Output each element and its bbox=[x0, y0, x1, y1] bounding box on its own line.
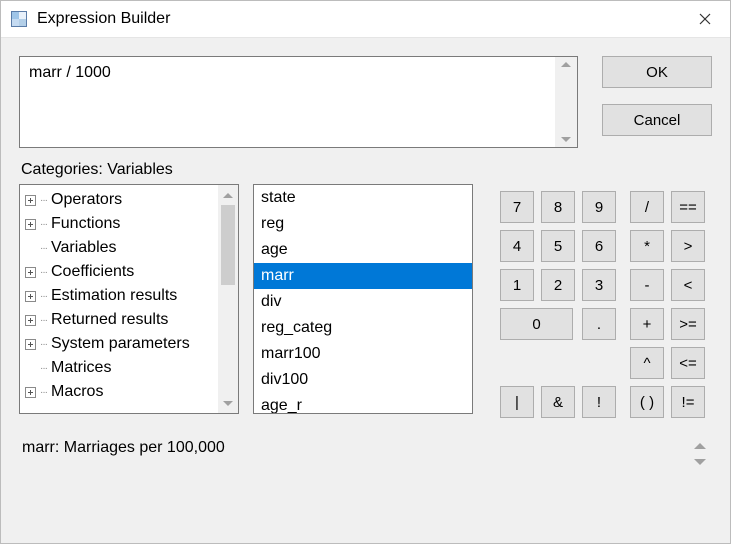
keypad: 789 /== 456 *>123-<0. +>=^<= |&! ( )!= bbox=[493, 184, 712, 425]
tree-item[interactable]: ···Matrices bbox=[25, 356, 218, 380]
list-item[interactable]: div bbox=[254, 289, 472, 315]
list-item[interactable]: marr bbox=[254, 263, 472, 289]
keypad-button[interactable]: 6 bbox=[582, 230, 616, 262]
tree-scrollbar[interactable] bbox=[218, 185, 238, 413]
item-description: marr: Marriages per 100,000 bbox=[19, 439, 688, 457]
expand-icon[interactable] bbox=[25, 267, 36, 278]
tree-item[interactable]: ···Macros bbox=[25, 380, 218, 404]
chevron-up-icon bbox=[694, 443, 706, 449]
keypad-button[interactable]: <= bbox=[671, 347, 705, 379]
keypad-button[interactable]: 9 bbox=[582, 191, 616, 223]
list-item[interactable]: age bbox=[254, 237, 472, 263]
keypad-button[interactable]: ^ bbox=[630, 347, 664, 379]
keypad-button[interactable]: 1 bbox=[500, 269, 534, 301]
keypad-button[interactable]: + bbox=[630, 308, 664, 340]
expand-icon[interactable] bbox=[25, 195, 36, 206]
tree-item[interactable]: ···Returned results bbox=[25, 308, 218, 332]
items-list[interactable]: stateregagemarrdivreg_categmarr100div100… bbox=[253, 184, 473, 414]
tree-item-label: Returned results bbox=[51, 311, 168, 329]
keypad-button[interactable]: 8 bbox=[541, 191, 575, 223]
ok-button[interactable]: OK bbox=[602, 56, 712, 88]
expand-icon[interactable] bbox=[25, 387, 36, 398]
keypad-button[interactable]: > bbox=[671, 230, 705, 262]
keypad-button[interactable]: . bbox=[582, 308, 616, 340]
tree-item-label: Functions bbox=[51, 215, 120, 233]
description-scrollbar[interactable] bbox=[688, 439, 712, 465]
window-title: Expression Builder bbox=[37, 10, 682, 28]
expression-input[interactable]: marr / 1000 bbox=[19, 56, 578, 148]
categories-heading: Categories: Variables bbox=[21, 161, 712, 179]
close-icon bbox=[699, 13, 711, 25]
tree-item-label: Macros bbox=[51, 383, 103, 401]
keypad-button[interactable]: 7 bbox=[500, 191, 534, 223]
keypad-button[interactable]: 5 bbox=[541, 230, 575, 262]
keypad-button[interactable]: 3 bbox=[582, 269, 616, 301]
tree-item-label: Matrices bbox=[51, 359, 111, 377]
chevron-up-icon bbox=[223, 193, 233, 198]
keypad-button[interactable]: >= bbox=[671, 308, 705, 340]
chevron-down-icon bbox=[694, 459, 706, 465]
close-button[interactable] bbox=[682, 1, 728, 37]
tree-item-label: Estimation results bbox=[51, 287, 177, 305]
chevron-up-icon bbox=[561, 62, 571, 67]
keypad-button[interactable]: < bbox=[671, 269, 705, 301]
keypad-button[interactable]: / bbox=[630, 191, 664, 223]
keypad-button[interactable]: ! bbox=[582, 386, 616, 418]
tree-item[interactable]: ···Estimation results bbox=[25, 284, 218, 308]
tree-item[interactable]: ···System parameters bbox=[25, 332, 218, 356]
keypad-button[interactable]: 4 bbox=[500, 230, 534, 262]
tree-item-label: Variables bbox=[51, 239, 117, 257]
list-item[interactable]: div100 bbox=[254, 367, 472, 393]
keypad-button[interactable]: - bbox=[630, 269, 664, 301]
scroll-thumb[interactable] bbox=[221, 205, 235, 285]
tree-item-label: System parameters bbox=[51, 335, 190, 353]
keypad-button[interactable]: & bbox=[541, 386, 575, 418]
tree-item-label: Operators bbox=[51, 191, 122, 209]
categories-tree[interactable]: ···Operators···Functions ···Variables···… bbox=[19, 184, 239, 414]
app-icon bbox=[11, 11, 27, 27]
expression-scrollbar[interactable] bbox=[555, 57, 577, 147]
chevron-down-icon bbox=[561, 137, 571, 142]
list-item[interactable]: marr100 bbox=[254, 341, 472, 367]
keypad-button[interactable]: == bbox=[671, 191, 705, 223]
expand-icon[interactable] bbox=[25, 339, 36, 350]
client-area: marr / 1000 OK Cancel Categories: Variab… bbox=[1, 38, 730, 543]
list-item[interactable]: reg bbox=[254, 211, 472, 237]
expand-icon[interactable] bbox=[25, 315, 36, 326]
keypad-button[interactable]: 2 bbox=[541, 269, 575, 301]
keypad-button[interactable]: != bbox=[671, 386, 705, 418]
cancel-button[interactable]: Cancel bbox=[602, 104, 712, 136]
list-item[interactable]: reg_categ bbox=[254, 315, 472, 341]
tree-item-label: Coefficients bbox=[51, 263, 134, 281]
expand-icon[interactable] bbox=[25, 291, 36, 302]
keypad-button[interactable]: ( ) bbox=[630, 386, 664, 418]
chevron-down-icon bbox=[223, 401, 233, 406]
expression-text: marr / 1000 bbox=[20, 57, 555, 147]
keypad-button[interactable]: | bbox=[500, 386, 534, 418]
list-item[interactable]: age_r bbox=[254, 393, 472, 414]
keypad-button[interactable]: * bbox=[630, 230, 664, 262]
keypad-button[interactable]: 0 bbox=[500, 308, 573, 340]
expand-icon[interactable] bbox=[25, 219, 36, 230]
expression-builder-window: Expression Builder marr / 1000 OK Cancel… bbox=[0, 0, 731, 544]
list-item[interactable]: state bbox=[254, 185, 472, 211]
titlebar: Expression Builder bbox=[1, 1, 730, 38]
tree-item[interactable]: ···Variables bbox=[25, 236, 218, 260]
tree-item[interactable]: ···Functions bbox=[25, 212, 218, 236]
tree-item[interactable]: ···Operators bbox=[25, 188, 218, 212]
tree-item[interactable]: ···Coefficients bbox=[25, 260, 218, 284]
